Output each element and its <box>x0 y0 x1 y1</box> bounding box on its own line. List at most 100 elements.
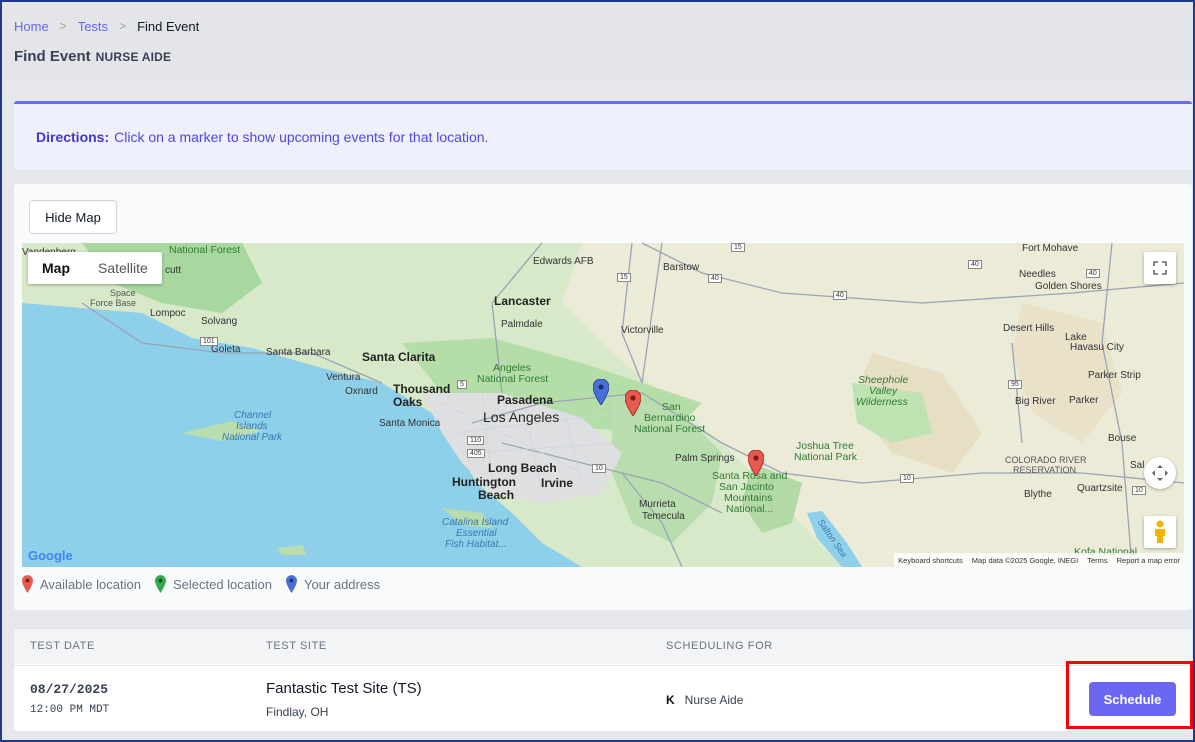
legend-available-label: Available location <box>40 576 141 592</box>
available-marker-icon <box>22 575 33 593</box>
map-label: National Park <box>222 432 283 443</box>
map-legend: Available location Selected location You… <box>22 575 394 593</box>
breadcrumb-home[interactable]: Home <box>14 19 49 34</box>
map-label: Islands <box>236 421 268 432</box>
events-table: TEST DATE TEST SITE SCHEDULING FOR 08/27… <box>14 629 1192 731</box>
scheduling-code: K <box>666 693 675 707</box>
legend-available: Available location <box>22 575 141 593</box>
page-title-text: Find Event <box>14 48 91 65</box>
street-view-button[interactable] <box>1144 516 1176 548</box>
breadcrumb-current: Find Event <box>137 18 200 34</box>
page-subtitle: NURSE AIDE <box>95 50 172 64</box>
map-label: Sal <box>1130 460 1145 471</box>
legend-your-address-label: Your address <box>303 576 381 592</box>
camera-control-button[interactable] <box>1144 457 1176 489</box>
map-label: National Forest <box>477 373 549 385</box>
map-label: Palm Springs <box>675 453 735 464</box>
map-label: National... <box>726 503 774 515</box>
map-label: RESERVATION <box>1013 465 1077 475</box>
breadcrumb-tests[interactable]: Tests <box>78 19 108 34</box>
report-error-link[interactable]: Report a map error <box>1117 556 1180 565</box>
map-label: Barstow <box>663 262 700 273</box>
map-label: Edwards AFB <box>533 256 594 267</box>
event-date: 08/27/2025 <box>30 682 109 697</box>
map-label: Needles <box>1019 269 1056 280</box>
map-label: Havasu City <box>1070 342 1124 353</box>
highway-shield: 5 <box>457 380 467 389</box>
map-label: Channel <box>234 410 272 421</box>
pegman-icon <box>1155 520 1165 543</box>
google-logo: Google <box>28 548 73 563</box>
available-location-marker[interactable] <box>748 450 764 476</box>
map-label: National Forest <box>634 423 706 435</box>
map-label: Solvang <box>201 316 238 327</box>
map-label: Pasadena <box>497 393 554 407</box>
map-type-satellite-button[interactable]: Satellite <box>84 252 162 284</box>
header-scheduling-for: SCHEDULING FOR <box>666 640 773 652</box>
map-label: Force Base <box>90 298 137 308</box>
map-view[interactable]: National Forest Vandenberg cutt Space Fo… <box>22 243 1184 567</box>
map-label: Irvine <box>541 476 574 490</box>
highway-shield: 40 <box>1086 269 1100 278</box>
table-row: 08/27/2025 12:00 PM MDT Fantastic Test S… <box>14 665 1192 732</box>
your-address-marker[interactable] <box>593 379 609 405</box>
map-label: Oaks <box>393 395 423 409</box>
scheduling-for: K Nurse Aide <box>666 693 743 707</box>
page-title: Find Event NURSE AIDE <box>14 48 1181 65</box>
fullscreen-icon <box>1153 261 1167 275</box>
keyboard-shortcuts-link[interactable]: Keyboard shortcuts <box>898 556 963 565</box>
map-label: Lompoc <box>150 308 186 319</box>
directions-label: Directions: <box>36 129 110 145</box>
highway-shield: 40 <box>968 260 982 269</box>
map-label: Beach <box>478 488 515 502</box>
highway-shield: 101 <box>200 337 218 346</box>
map-data-text: Map data ©2025 Google, INEGI <box>971 555 1079 565</box>
map-label: Thousand <box>393 382 451 396</box>
legend-selected-label: Selected location <box>172 576 272 592</box>
map-type-map-button[interactable]: Map <box>28 252 84 284</box>
map-label: Bouse <box>1108 433 1137 444</box>
terms-link[interactable]: Terms <box>1087 556 1107 565</box>
map-label: Parker <box>1069 395 1099 406</box>
directions-banner: Directions: Click on a marker to show up… <box>14 101 1192 170</box>
map-label: Desert Hills <box>1003 323 1055 334</box>
header-test-date: TEST DATE <box>30 640 95 652</box>
legend-your-address: Your address <box>285 575 381 593</box>
map-label: Golden Shores <box>1035 281 1102 292</box>
map-label: National Forest <box>169 244 241 256</box>
map-label: Victorville <box>621 325 664 336</box>
hide-map-button[interactable]: Hide Map <box>29 200 117 234</box>
map-label: Big River <box>1015 396 1056 407</box>
table-header: TEST DATE TEST SITE SCHEDULING FOR <box>14 629 1192 664</box>
map-attribution: Keyboard shortcuts Map data ©2025 Google… <box>894 553 1184 567</box>
highlight-box <box>1066 661 1193 729</box>
map-label: Santa Barbara <box>266 347 331 358</box>
event-time: 12:00 PM MDT <box>30 704 110 716</box>
map-label: Santa Monica <box>379 418 441 429</box>
breadcrumb-separator: > <box>59 19 67 33</box>
breadcrumb-separator: > <box>119 19 127 33</box>
available-location-marker[interactable] <box>625 390 641 416</box>
map-label: Oxnard <box>345 386 378 397</box>
event-city: Findlay, OH <box>266 705 329 719</box>
map-label: National Park <box>794 451 858 463</box>
event-site: Fantastic Test Site (TS) <box>266 680 422 697</box>
directions-text: Click on a marker to show upcoming event… <box>114 129 489 145</box>
header-test-site: TEST SITE <box>266 640 327 652</box>
map-base <box>22 243 1184 567</box>
highway-shield: 10 <box>1132 486 1146 495</box>
highway-shield: 110 <box>467 436 485 445</box>
legend-selected: Selected location <box>154 575 272 593</box>
highway-shield: 40 <box>833 291 847 300</box>
fullscreen-button[interactable] <box>1144 252 1176 284</box>
map-label: Los Angeles <box>483 409 560 425</box>
scheduling-name: Nurse Aide <box>684 693 744 707</box>
map-label: Catalina Island <box>442 517 509 528</box>
highway-shield: 10 <box>592 464 606 473</box>
map-type-control: Map Satellite <box>28 252 162 284</box>
map-label: Quartzsite <box>1077 483 1123 494</box>
map-label: Lancaster <box>494 294 551 308</box>
map-label: Ventura <box>326 372 361 383</box>
map-label: Blythe <box>1024 489 1052 500</box>
map-label: COLORADO RIVER <box>1005 455 1087 465</box>
